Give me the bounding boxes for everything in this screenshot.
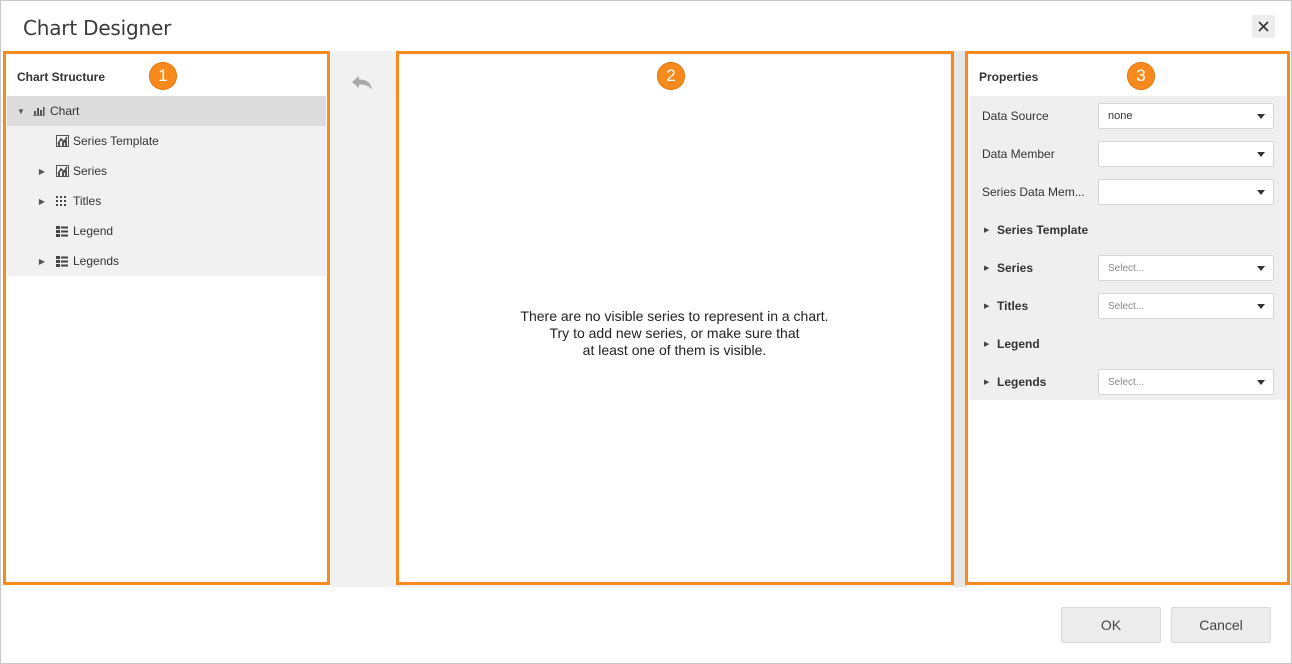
close-icon xyxy=(1258,21,1269,32)
expand-arrow-icon[interactable]: ▼ xyxy=(16,107,26,116)
callout-badge: 3 xyxy=(1127,62,1155,90)
undo-button[interactable] xyxy=(349,71,375,95)
empty-chart-message-line: There are no visible series to represent… xyxy=(520,308,829,324)
callout-badge: 2 xyxy=(657,62,685,90)
cancel-button[interactable]: Cancel xyxy=(1171,607,1271,643)
series-icon xyxy=(55,135,69,147)
titles-icon xyxy=(55,195,69,207)
property-data-source: Data Source none xyxy=(970,97,1286,135)
collapse-arrow-icon[interactable]: ▶ xyxy=(37,167,47,176)
expand-arrow-icon[interactable]: ▶ xyxy=(984,302,989,310)
undo-icon xyxy=(352,76,372,90)
dropdown-caret-icon xyxy=(1257,114,1265,119)
series-icon xyxy=(55,165,69,177)
series-select[interactable]: Select... xyxy=(1098,255,1274,281)
property-titles: ▶ Titles Select... xyxy=(970,287,1286,325)
close-button[interactable] xyxy=(1252,15,1275,38)
data-member-select[interactable] xyxy=(1098,141,1274,167)
collapse-arrow-icon[interactable]: ▶ xyxy=(37,197,47,206)
dropdown-caret-icon xyxy=(1257,190,1265,195)
property-label: Series Data Mem... xyxy=(982,185,1085,199)
expand-arrow-icon[interactable]: ▶ xyxy=(984,378,989,386)
select-placeholder: Select... xyxy=(1108,300,1145,312)
tree-item-label: Series Template xyxy=(73,134,159,148)
property-group-label: Legend xyxy=(997,337,1040,351)
callout-badge: 1 xyxy=(149,62,177,90)
empty-chart-message-line: at least one of them is visible. xyxy=(582,342,767,358)
expand-arrow-icon[interactable]: ▶ xyxy=(984,264,989,272)
property-label: Data Member xyxy=(982,147,1055,161)
select-value: none xyxy=(1108,110,1133,122)
tree-item-legend[interactable]: Legend xyxy=(7,216,326,246)
dropdown-caret-icon xyxy=(1257,152,1265,157)
empty-chart-message-line: Try to add new series, or make sure that xyxy=(549,325,800,341)
dropdown-caret-icon xyxy=(1257,304,1265,309)
property-group-label: Legends xyxy=(997,375,1047,389)
tree-item-label: Legends xyxy=(73,254,120,268)
chart-structure-header: Chart Structure xyxy=(17,70,106,84)
chart-icon xyxy=(32,105,46,117)
property-group-label: Titles xyxy=(997,299,1029,313)
property-legends: ▶ Legends Select... xyxy=(970,363,1286,401)
legend-icon xyxy=(55,255,69,267)
select-placeholder: Select... xyxy=(1108,376,1145,388)
tree-item-series-template[interactable]: Series Template xyxy=(7,126,326,156)
chart-structure-tree: ▼ Chart Series Template ▶ Series ▶ Title… xyxy=(7,96,326,276)
tree-item-label: Series xyxy=(73,164,108,178)
chart-designer-dialog: Chart Designer Chart Structure ▼ Chart S… xyxy=(0,0,1292,664)
properties-header: Properties xyxy=(979,70,1039,84)
property-legend[interactable]: ▶ Legend xyxy=(970,325,1286,363)
property-series-template[interactable]: ▶ Series Template xyxy=(970,211,1286,249)
tree-item-label: Legend xyxy=(73,224,114,238)
property-data-member: Data Member xyxy=(970,135,1286,173)
chart-preview-panel: There are no visible series to represent… xyxy=(399,55,950,583)
chart-structure-panel: Chart Structure ▼ Chart Series Template … xyxy=(6,55,328,583)
ok-button[interactable]: OK xyxy=(1061,607,1161,643)
expand-arrow-icon[interactable]: ▶ xyxy=(984,226,989,234)
tree-item-titles[interactable]: ▶ Titles xyxy=(7,186,326,216)
data-source-select[interactable]: none xyxy=(1098,103,1274,129)
tree-item-label: Chart xyxy=(50,104,80,118)
tree-item-series[interactable]: ▶ Series xyxy=(7,156,326,186)
properties-panel: Properties Data Source none Data Member … xyxy=(969,55,1287,583)
panel-splitter[interactable] xyxy=(952,51,968,587)
tree-item-label: Titles xyxy=(73,194,102,208)
titles-select[interactable]: Select... xyxy=(1098,293,1274,319)
select-placeholder: Select... xyxy=(1108,262,1145,274)
dialog-title: Chart Designer xyxy=(23,16,172,40)
property-series: ▶ Series Select... xyxy=(970,249,1286,287)
property-group-label: Series xyxy=(997,261,1034,275)
collapse-arrow-icon[interactable]: ▶ xyxy=(37,257,47,266)
property-group-label: Series Template xyxy=(997,223,1089,237)
property-label: Data Source xyxy=(982,109,1049,123)
dropdown-caret-icon xyxy=(1257,266,1265,271)
legends-select[interactable]: Select... xyxy=(1098,369,1274,395)
expand-arrow-icon[interactable]: ▶ xyxy=(984,340,989,348)
properties-grid: Data Source none Data Member Series Data… xyxy=(970,96,1286,400)
series-data-member-select[interactable] xyxy=(1098,179,1274,205)
tree-item-legends[interactable]: ▶ Legends xyxy=(7,246,326,276)
property-series-data-member: Series Data Mem... xyxy=(970,173,1286,211)
legend-icon xyxy=(55,225,69,237)
dropdown-caret-icon xyxy=(1257,380,1265,385)
empty-chart-message: There are no visible series to represent… xyxy=(399,308,950,359)
tree-item-chart[interactable]: ▼ Chart xyxy=(7,96,326,126)
